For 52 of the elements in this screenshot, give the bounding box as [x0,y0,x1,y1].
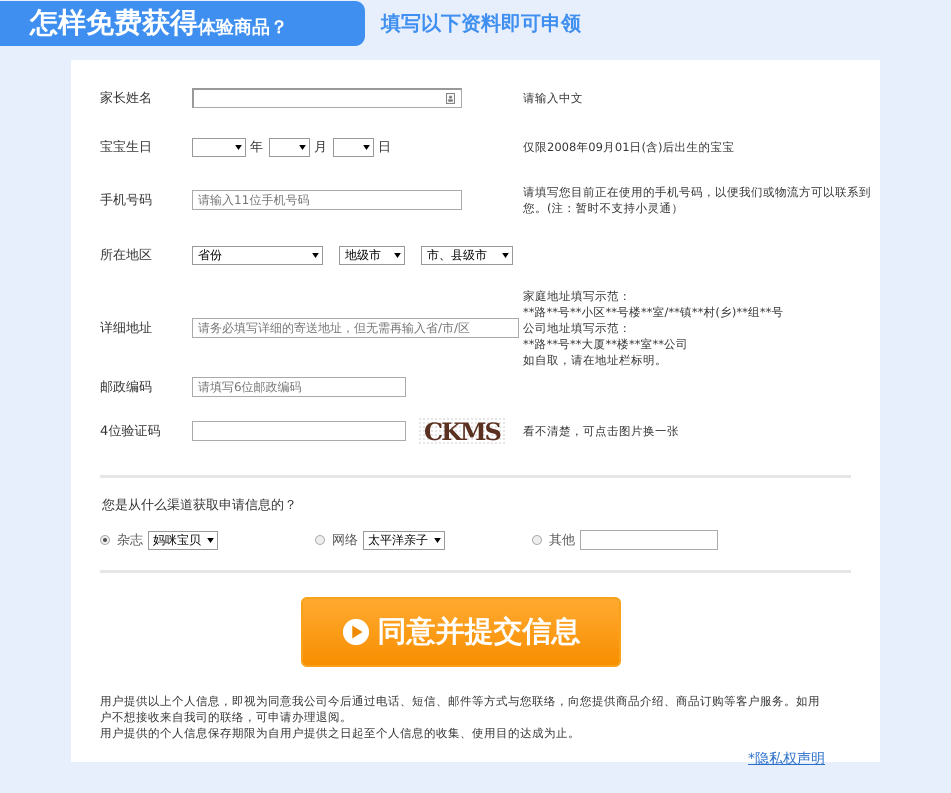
source-question: 您是从什么渠道获取申请信息的？ [102,497,298,515]
header-subtitle: 填写以下资料即可申领 [381,10,581,36]
caret-icon [207,538,214,542]
field-hint: 请填写您目前正在使用的手机号码，以便我们或物流方可以联系到您。(注：暂时不支持小灵通） [523,184,872,216]
notice-text: 用户提供以上个人信息，即视为同意我公司今后通过电话、短信、邮件等方式与您联络，向您提供商品介绍、商品订购等客户服务。如用户不想接收来自我司的联络，可申请办理退阅。 [100,693,821,725]
region-dropdown[interactable]: 地级市 [339,246,405,264]
field-hint: 看不清楚，可点击图片换一张 [523,423,680,439]
date-dropdown[interactable] [333,138,374,156]
play-icon [342,618,370,646]
region-dropdown[interactable]: 市、县级市 [421,246,513,264]
field-label: 4位验证码 [100,423,162,440]
field-hint: 请输入中文 [523,90,584,106]
field-label: 所在地区 [100,247,153,264]
caret-icon [502,252,509,258]
region-dropdown[interactable]: 省份 [192,246,323,264]
input-field[interactable]: 请填写6位邮政编码 [192,377,406,397]
caret-icon [394,252,401,258]
input-field[interactable] [580,530,718,550]
field-hint: 仅限2008年09月01日(含)后出生的宝宝 [523,139,736,155]
input-field[interactable] [192,88,462,108]
source-dropdown[interactable]: 妈咪宝贝 [148,530,218,550]
source-dropdown[interactable]: 太平洋亲子 [363,530,445,550]
date-unit: 年 [250,139,263,156]
radio-button[interactable] [315,535,325,545]
field-label: 手机号码 [100,192,153,209]
input-field[interactable]: 请输入11位手机号码 [192,190,462,210]
notice-text: 用户提供的个人信息保存期限为自用户提供之日起至个人信息的收集、使用目的达成为止。 [100,725,581,741]
caret-icon [235,144,242,150]
banner-subtitle: 体验商品？ [198,16,288,39]
caret-icon [363,144,370,150]
field-label: 宝宝生日 [100,139,153,156]
input-field[interactable]: 请务必填写详细的寄送地址，但无需再输入省/市/区 [192,318,519,338]
date-unit: 日 [378,139,391,156]
date-unit: 月 [314,139,327,156]
caret-icon [312,252,319,258]
date-dropdown[interactable] [269,138,310,156]
input-field[interactable] [192,421,406,441]
caret-icon [299,144,306,150]
field-label: 邮政编码 [100,379,153,396]
caret-icon [434,538,441,542]
option-label: 网络 [332,532,358,549]
option-label: 其他 [549,532,575,549]
captcha-image[interactable]: CKMS [418,416,506,446]
radio-button[interactable] [532,535,542,545]
banner-title: 怎样免费获得 [30,5,198,41]
radio-button[interactable] [100,535,110,545]
privacy-link[interactable]: *隐私权声明 [748,750,825,768]
contact-card-icon [446,93,455,104]
field-hint: 家庭地址填写示范： **路**号**小区**号楼**室/**镇**村(乡)**组**号 公司地址填写示范： **路**号**大厦**楼**室**公司 如自取，请在地址栏标明。 [523,288,784,368]
field-label: 详细地址 [100,320,153,337]
option-label: 杂志 [117,532,143,549]
field-label: 家长姓名 [100,90,153,107]
